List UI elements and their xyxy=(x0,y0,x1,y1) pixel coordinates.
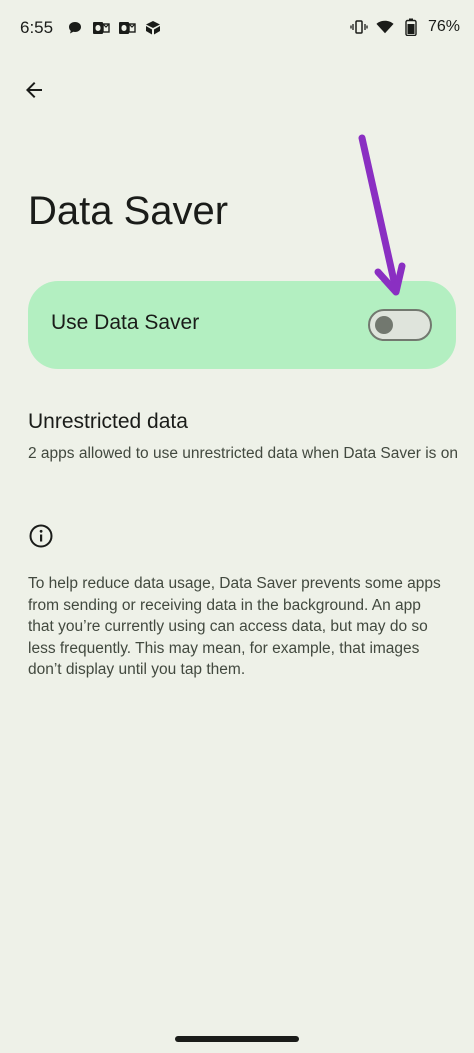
page-title: Data Saver xyxy=(28,189,229,233)
arrow-back-icon xyxy=(26,82,42,98)
navigation-handle[interactable] xyxy=(175,1036,299,1042)
system-icons: 76% xyxy=(350,18,460,36)
notification-icons xyxy=(66,19,162,37)
unrestricted-data-item[interactable]: Unrestricted data 2 apps allowed to use … xyxy=(28,405,458,487)
battery-percent: 76% xyxy=(427,18,460,35)
box-icon xyxy=(144,19,162,37)
wifi-icon xyxy=(376,18,394,36)
outlook-icon xyxy=(118,19,136,37)
data-saver-switch[interactable] xyxy=(368,309,432,341)
annotation-arrow xyxy=(358,134,406,296)
status-bar: 6:55 76% xyxy=(0,0,474,56)
use-data-saver-label: Use Data Saver xyxy=(51,311,200,334)
unrestricted-data-summary: 2 apps allowed to use unrestricted data … xyxy=(28,445,458,462)
unrestricted-data-title: Unrestricted data xyxy=(28,410,188,433)
data-saver-footer-text: To help reduce data usage, Data Saver pr… xyxy=(28,575,441,678)
status-time: 6:55 xyxy=(20,18,54,37)
info-icon xyxy=(29,524,53,548)
vibrate-icon xyxy=(350,18,368,36)
outlook-icon xyxy=(92,19,110,37)
battery-icon xyxy=(402,18,420,36)
back-button[interactable] xyxy=(14,70,54,110)
chat-bubble-icon xyxy=(66,19,84,37)
switch-thumb xyxy=(375,316,393,334)
